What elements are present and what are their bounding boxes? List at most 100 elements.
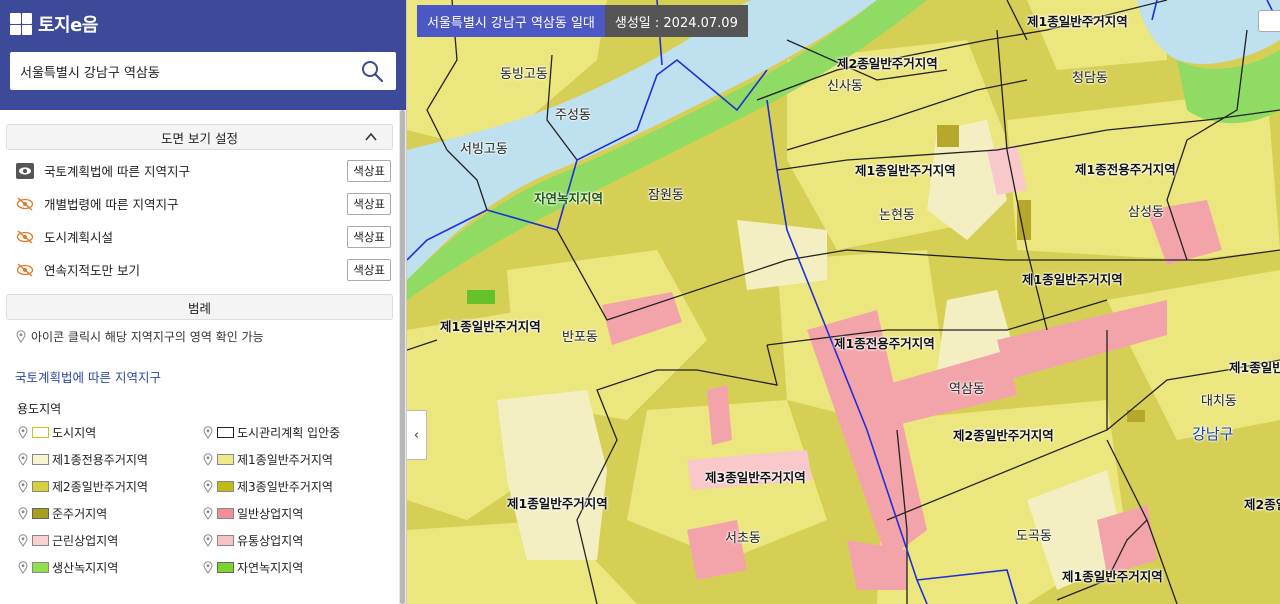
legend-item[interactable]: 자연녹지지역 — [203, 558, 388, 577]
legend-swatch — [32, 427, 49, 438]
legend-hint-text: 아이콘 클릭시 해당 지역지구의 영역 확인 가능 — [31, 330, 264, 344]
eye-off-icon[interactable] — [16, 196, 34, 212]
legend-item[interactable]: 제1종전용주거지역 — [18, 450, 203, 469]
legend-item[interactable]: 생산녹지지역 — [18, 558, 203, 577]
color-table-button[interactable]: 색상표 — [347, 258, 391, 281]
legend-law-title: 국토계획법에 따른 지역지구 — [15, 370, 161, 385]
legend-label: 자연녹지지역 — [237, 561, 304, 575]
legend-item[interactable]: 준주거지역 — [18, 504, 203, 523]
search-input[interactable] — [20, 63, 358, 79]
legend-item[interactable]: 제3종일반주거지역 — [203, 477, 388, 496]
pin-icon[interactable] — [203, 480, 213, 493]
pin-icon[interactable] — [203, 453, 213, 466]
legend-title: 범례 — [187, 300, 211, 316]
dong-label: 서빙고동 — [460, 142, 508, 157]
legend-label: 제3종일반주거지역 — [237, 480, 333, 494]
scrollbar-thumb[interactable] — [400, 110, 405, 604]
legend-swatch — [32, 508, 49, 519]
legend-swatch — [217, 481, 234, 492]
search-box — [10, 52, 396, 90]
pin-icon[interactable] — [18, 426, 28, 439]
legend-item[interactable]: 도시관리계획 입안중 — [203, 423, 388, 442]
dong-label: 논현동 — [879, 208, 915, 223]
legend-list: 도시지역 도시관리계획 입안중제1종전용주거지역 제1종일반주거지역제2종일반주거지… — [0, 423, 399, 577]
search-icon — [362, 61, 384, 83]
dong-label: 역삼동 — [949, 382, 985, 397]
legend-swatch — [32, 481, 49, 492]
layer-row-cadastral-only: 연속지적도만 보기 색상표 — [0, 253, 399, 286]
legend-label: 도시관리계획 입안중 — [237, 426, 341, 440]
map-canvas[interactable]: 제1종일반주거지역 제2종일반주거지역 제1종일반주거지역 제1종전용주거지역 … — [407, 0, 1280, 604]
zone-label: 제1종일반주거지역 — [1229, 360, 1280, 375]
pin-icon[interactable] — [18, 561, 28, 574]
legend-swatch — [32, 562, 49, 573]
layer-label: 도시계획시설 — [44, 230, 114, 245]
legend-item[interactable]: 일반상업지역 — [203, 504, 388, 523]
map-date: 생성일 : 2024.07.09 — [604, 5, 748, 37]
zone-label: 제1종일반주거지역 — [507, 496, 608, 511]
zone-label: 제1종일반주거지역 — [1027, 14, 1128, 29]
dong-label: 신사동 — [827, 79, 863, 94]
view-settings-header[interactable]: 도면 보기 설정 — [6, 124, 393, 150]
pin-icon[interactable] — [203, 507, 213, 520]
legend-swatch — [217, 427, 234, 438]
dong-label: 도곡동 — [1016, 529, 1052, 544]
map-control-button[interactable] — [1258, 10, 1280, 32]
zone-label: 제1종일반주거지역 — [855, 163, 956, 178]
legend-label: 근린상업지역 — [52, 534, 119, 548]
legend-item[interactable]: 도시지역 — [18, 423, 203, 442]
legend-item[interactable]: 유통상업지역 — [203, 531, 388, 550]
zone-label: 제1종일반주거지역 — [1022, 272, 1123, 287]
pin-icon[interactable] — [18, 534, 28, 547]
dong-label: 삼성동 — [1128, 205, 1164, 220]
pin-icon[interactable] — [18, 507, 28, 520]
legend-swatch — [32, 535, 49, 546]
dong-label: 서초동 — [725, 531, 761, 546]
sidebar-scrollbar[interactable] — [399, 110, 406, 604]
gu-label: 강남구 — [1192, 425, 1234, 443]
pin-icon[interactable] — [18, 480, 28, 493]
legend-swatch — [217, 508, 234, 519]
collapse-sidebar-button[interactable]: ‹ — [407, 410, 427, 460]
eye-open-icon[interactable] — [16, 162, 34, 179]
layer-label: 연속지적도만 보기 — [44, 263, 140, 278]
legend-label: 유통상업지역 — [237, 534, 304, 548]
eye-off-icon[interactable] — [16, 262, 34, 278]
legend-item[interactable]: 근린상업지역 — [18, 531, 203, 550]
color-table-button[interactable]: 색상표 — [347, 159, 391, 182]
legend-group-title: 용도지역 — [17, 402, 62, 416]
zone-label: 제1종전용주거지역 — [834, 336, 935, 351]
pin-icon[interactable] — [203, 534, 213, 547]
dong-label: 잠원동 — [648, 188, 684, 203]
zone-label: 제2종일 — [1244, 497, 1280, 512]
color-table-button[interactable]: 색상표 — [347, 225, 391, 248]
legend-item[interactable]: 제1종일반주거지역 — [203, 450, 388, 469]
layer-label: 개별법령에 따른 지역지구 — [44, 197, 179, 212]
legend-label: 제1종일반주거지역 — [237, 453, 333, 467]
logo-text: 토지e음 — [38, 15, 98, 36]
logo-icon — [10, 13, 32, 35]
zone-label: 제1종일반주거지역 — [440, 319, 541, 334]
color-table-button[interactable]: 색상표 — [347, 192, 391, 215]
legend-header: 범례 — [6, 294, 393, 320]
map-title: 서울특별시 강남구 역삼동 일대 — [417, 5, 605, 37]
chevron-up-icon[interactable] — [364, 130, 378, 144]
search-button[interactable] — [358, 57, 386, 85]
legend-label: 제2종일반주거지역 — [52, 480, 148, 494]
legend-label: 제1종전용주거지역 — [52, 453, 148, 467]
app-logo[interactable]: 토지e음 — [10, 10, 396, 38]
pin-icon[interactable] — [203, 561, 213, 574]
sidebar: 토지e음 도면 보기 설정 — [0, 0, 407, 604]
view-settings-title: 도면 보기 설정 — [161, 130, 238, 146]
zone-label: 제2종일반주거지역 — [953, 428, 1054, 443]
layer-row-individual-laws: 개별법령에 따른 지역지구 색상표 — [0, 187, 399, 220]
layer-row-urban-facilities: 도시계획시설 색상표 — [0, 220, 399, 253]
dong-label: 주성동 — [555, 108, 591, 123]
legend-swatch — [217, 562, 234, 573]
legend-item[interactable]: 제2종일반주거지역 — [18, 477, 203, 496]
pin-icon[interactable] — [203, 426, 213, 439]
pin-icon[interactable] — [18, 453, 28, 466]
eye-off-icon[interactable] — [16, 229, 34, 245]
zone-label: 제3종일반주거지역 — [705, 470, 806, 485]
dong-label: 대치동 — [1201, 394, 1237, 409]
